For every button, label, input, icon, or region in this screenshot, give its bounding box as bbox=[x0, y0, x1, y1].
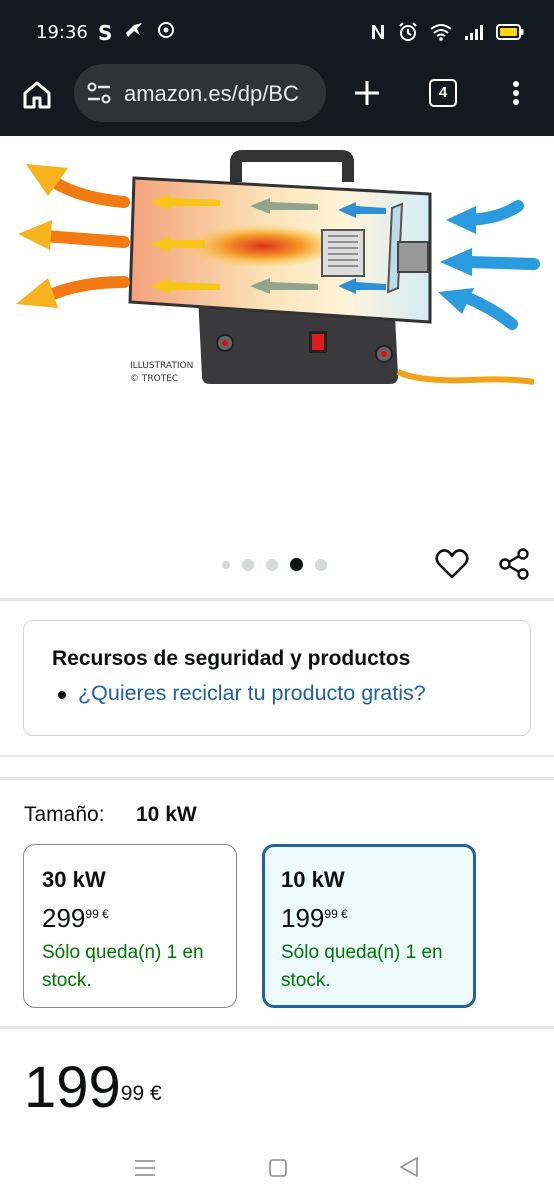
square-icon bbox=[269, 1159, 287, 1177]
skype-icon: S bbox=[98, 21, 113, 45]
system-back-button[interactable] bbox=[398, 1156, 420, 1183]
battery-icon bbox=[496, 24, 524, 46]
divider bbox=[0, 755, 554, 757]
share-icon bbox=[499, 548, 529, 580]
url-text: amazon.es/dp/BC bbox=[124, 81, 299, 106]
recents-button[interactable] bbox=[134, 1158, 156, 1183]
system-navbar bbox=[0, 1140, 554, 1200]
status-bar: 19:36 S bbox=[0, 0, 554, 64]
carousel-dot[interactable] bbox=[242, 558, 254, 571]
status-time: 19:36 bbox=[36, 22, 88, 43]
size-option-30kw[interactable]: 30 kW 29999 € Sólo queda(n) 1 en stock. bbox=[23, 844, 237, 1008]
carousel-dot[interactable] bbox=[222, 560, 230, 569]
divider bbox=[0, 598, 554, 601]
more-vert-icon bbox=[513, 81, 519, 105]
product-image[interactable]: ILLUSTRATION © TROTEC bbox=[0, 136, 554, 536]
carousel-dot[interactable] bbox=[266, 558, 278, 571]
bullet bbox=[58, 691, 66, 699]
image-caption-line1: ILLUSTRATION bbox=[130, 361, 193, 371]
signal-icon bbox=[464, 23, 484, 47]
menu-lines-icon bbox=[135, 1160, 155, 1176]
size-option-stock: Sólo queda(n) 1 en stock. bbox=[281, 942, 443, 991]
size-option-price: 19999 € bbox=[281, 903, 348, 933]
heart-icon bbox=[435, 549, 469, 579]
carousel-dot[interactable] bbox=[315, 558, 327, 571]
carousel-dot-active[interactable] bbox=[290, 558, 303, 571]
size-option-10kw-selected[interactable]: 10 kW 19999 € Sólo queda(n) 1 en stock. bbox=[262, 844, 476, 1008]
main-price: 19999 € bbox=[24, 1055, 162, 1120]
back-triangle-icon bbox=[400, 1157, 418, 1177]
home-button[interactable] bbox=[20, 78, 54, 112]
alarm-icon bbox=[398, 22, 418, 48]
size-label: Tamaño: bbox=[24, 803, 105, 826]
size-option-price: 29999 € bbox=[42, 903, 109, 933]
nfc-icon bbox=[370, 23, 386, 47]
site-settings-icon[interactable] bbox=[86, 81, 112, 110]
tab-switcher-button[interactable]: 4 bbox=[429, 79, 457, 107]
size-option-stock: Sólo queda(n) 1 en stock. bbox=[42, 942, 204, 991]
image-caption-line2: © TROTEC bbox=[130, 374, 178, 384]
browser-toolbar: amazon.es/dp/BC 4 bbox=[0, 64, 554, 136]
plus-icon bbox=[355, 81, 379, 105]
sync-icon bbox=[156, 20, 176, 46]
system-home-button[interactable] bbox=[268, 1158, 288, 1183]
new-tab-button[interactable] bbox=[350, 76, 384, 110]
wishlist-button[interactable] bbox=[434, 546, 470, 587]
size-selected-value: 10 kW bbox=[136, 803, 197, 826]
carousel-dots[interactable] bbox=[222, 558, 327, 571]
home-icon bbox=[23, 81, 51, 109]
recycle-link[interactable]: ¿Quieres reciclar tu producto gratis? bbox=[78, 681, 426, 706]
size-option-name: 10 kW bbox=[281, 867, 345, 892]
share-button[interactable] bbox=[497, 546, 533, 587]
divider bbox=[0, 777, 554, 780]
wifi-icon bbox=[430, 23, 452, 47]
more-menu-button[interactable] bbox=[506, 76, 526, 110]
divider bbox=[0, 1026, 554, 1029]
bird-icon bbox=[124, 21, 144, 45]
url-bar[interactable]: amazon.es/dp/BC bbox=[74, 64, 326, 122]
size-option-name: 30 kW bbox=[42, 867, 106, 892]
safety-resources-box: Recursos de seguridad y productos ¿Quier… bbox=[23, 620, 531, 736]
safety-title: Recursos de seguridad y productos bbox=[52, 647, 411, 670]
